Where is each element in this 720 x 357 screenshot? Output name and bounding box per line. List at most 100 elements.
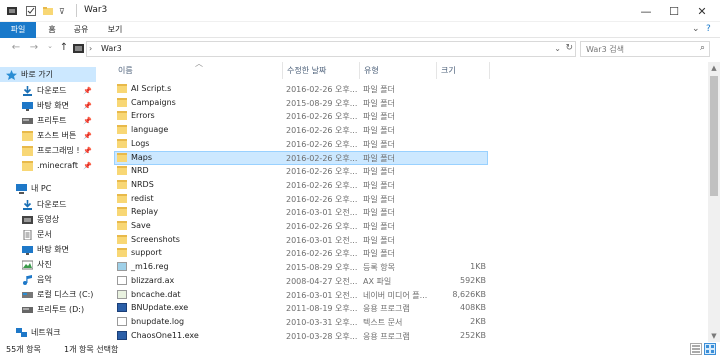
sidebar-item-prituet-pinned[interactable]: 프리투트 📌	[0, 113, 96, 128]
sidebar-item-pictures[interactable]: 사진	[0, 257, 96, 272]
file-size: 592KB	[459, 275, 486, 285]
sidebar-item-documents[interactable]: 문서	[0, 227, 96, 242]
desktop-icon	[22, 245, 33, 255]
up-button[interactable]: ↑	[58, 42, 70, 53]
column-divider[interactable]	[489, 62, 490, 79]
column-header-name[interactable]: 이름	[118, 62, 133, 79]
folder-row[interactable]: language 2016-02-26 오후... 파일 폴더	[100, 123, 700, 137]
sidebar-item-local-disk-c[interactable]: 로컬 디스크 (C:)	[0, 287, 96, 302]
tab-home[interactable]: 홈	[44, 22, 60, 38]
scroll-down-icon[interactable]: ▼	[708, 330, 720, 342]
help-icon[interactable]: ?	[706, 24, 711, 34]
folder-row[interactable]: Logs 2016-02-26 오후... 파일 폴더	[100, 137, 700, 151]
sidebar-item-network[interactable]: 네트워크	[0, 325, 96, 340]
folder-row[interactable]: NRDS 2016-02-26 오후... 파일 폴더	[100, 178, 700, 192]
file-name: Campaigns	[131, 97, 176, 107]
file-date: 2011-08-19 오후...	[286, 304, 358, 314]
forward-button[interactable]: →	[28, 42, 40, 53]
column-header-date[interactable]: 수정한 날짜	[287, 62, 326, 79]
tab-view[interactable]: 보기	[104, 22, 126, 38]
search-icon[interactable]: ⌕	[700, 43, 705, 53]
address-dropdown-icon[interactable]: ⌄	[554, 44, 561, 53]
folder-row[interactable]: AI Script.s 2016-02-26 오후... 파일 폴더	[100, 82, 700, 96]
new-folder-icon[interactable]	[42, 5, 54, 17]
navigation-pane: 바로 가기 다운로드 📌 바탕 화면 📌 프리투트 📌 포스트 버튼 📌 프로그…	[0, 62, 100, 342]
pin-icon[interactable]: 📌	[83, 117, 92, 125]
sidebar-item-this-pc[interactable]: 내 PC	[0, 181, 96, 196]
search-placeholder: War3 검색	[586, 45, 624, 54]
maximize-button[interactable]: ☐	[660, 0, 688, 22]
folder-row[interactable]: NRD 2016-02-26 오후... 파일 폴더	[100, 164, 700, 178]
sidebar-label: 동영상	[37, 215, 60, 224]
download-icon	[22, 199, 33, 210]
minimize-button[interactable]: —	[632, 0, 660, 22]
file-name: redist	[131, 193, 154, 203]
breadcrumb-separator-icon[interactable]: ›	[89, 44, 92, 53]
sidebar-item-videos[interactable]: 동영상	[0, 212, 96, 227]
location-icon	[73, 43, 85, 56]
sidebar-item-quick-access[interactable]: 바로 가기	[0, 67, 96, 82]
tab-share[interactable]: 공유	[70, 22, 92, 38]
close-button[interactable]: ✕	[688, 0, 716, 22]
folder-icon	[117, 111, 127, 121]
file-name: ChaosOne11.exe	[131, 330, 199, 340]
file-row[interactable]: ChaosOne11.exe 2010-03-28 오후... 응용 프로그램 252…	[100, 329, 700, 343]
folder-icon	[117, 84, 127, 93]
application-icon	[117, 330, 127, 340]
details-view-button[interactable]	[690, 343, 702, 355]
sidebar-item-desktop-pinned[interactable]: 바탕 화면 📌	[0, 98, 96, 113]
column-divider[interactable]	[359, 62, 360, 79]
folder-row[interactable]: support 2016-02-26 오후... 파일 폴더	[100, 246, 700, 260]
file-row[interactable]: bnupdate.log 2010-03-31 오후... 텍스트 문서 2KB	[100, 315, 700, 329]
sidebar-item-post-button[interactable]: 포스트 버튼 📌	[0, 128, 96, 143]
folder-row[interactable]: redist 2016-02-26 오후... 파일 폴더	[100, 192, 700, 206]
folder-row[interactable]: Maps 2016-02-26 오후... 파일 폴더	[100, 150, 700, 165]
sidebar-item-programming[interactable]: 프로그래밍 ! 📌	[0, 143, 96, 158]
column-divider[interactable]	[282, 62, 283, 79]
pin-icon[interactable]: 📌	[83, 147, 92, 155]
ribbon-collapse-icon[interactable]: ⌄	[692, 24, 700, 34]
music-icon	[22, 274, 33, 285]
sidebar-item-downloads[interactable]: 다운로드	[0, 197, 96, 212]
recent-locations-button[interactable]: ⌄	[44, 42, 56, 50]
pin-icon[interactable]: 📌	[83, 87, 92, 95]
tab-file[interactable]: 파일	[0, 22, 36, 38]
sidebar-item-prituet-d[interactable]: 프리투트 (D:)	[0, 302, 96, 317]
address-bar[interactable]: › War3 ⌄ ↻	[86, 41, 576, 57]
column-header-type[interactable]: 유형	[364, 62, 379, 79]
pin-icon[interactable]: 📌	[83, 132, 92, 140]
file-row[interactable]: _m16.reg 2015-08-29 오후... 등록 항목 1KB	[100, 260, 700, 274]
scroll-up-icon[interactable]: ▲	[708, 62, 720, 74]
back-button[interactable]: ←	[10, 42, 22, 53]
file-type: 파일 폴더	[363, 126, 395, 136]
customize-toolbar-icon[interactable]: ⊽	[59, 7, 65, 16]
folder-row[interactable]: Replay 2016-03-01 오전... 파일 폴더	[100, 205, 700, 219]
folder-row[interactable]: Campaigns 2015-08-29 오후... 파일 폴더	[100, 96, 700, 110]
pin-icon[interactable]: 📌	[83, 162, 92, 170]
folder-row[interactable]: Errors 2016-02-26 오후... 파일 폴더	[100, 109, 700, 123]
file-row[interactable]: blizzard.ax 2008-04-27 오전... AX 파일 592KB	[100, 274, 700, 288]
file-row[interactable]: BNUpdate.exe 2011-08-19 오후... 응용 프로그램 408KB	[100, 301, 700, 315]
sidebar-item-downloads-pinned[interactable]: 다운로드 📌	[0, 83, 96, 98]
address-row: ← → ⌄ ↑ › War3 ⌄ ↻ War3 검색 ⌕	[0, 38, 720, 60]
sidebar-item-minecraft[interactable]: .minecraft 📌	[0, 158, 96, 173]
pin-icon[interactable]: 📌	[83, 102, 92, 110]
properties-icon[interactable]	[25, 5, 37, 17]
column-divider[interactable]	[436, 62, 437, 79]
file-row[interactable]: bncache.dat 2016-03-01 오전... 네이버 미디어 플... 8…	[100, 288, 700, 302]
sidebar-item-desktop[interactable]: 바탕 화면	[0, 242, 96, 257]
vertical-scrollbar[interactable]: ▲ ▼	[708, 62, 720, 342]
folder-icon	[22, 145, 33, 156]
folder-row[interactable]: Save 2016-02-26 오후... 파일 폴더	[100, 219, 700, 233]
refresh-icon[interactable]: ↻	[565, 43, 573, 53]
app-icon[interactable]	[6, 5, 18, 17]
column-header-size[interactable]: 크기	[441, 62, 456, 79]
search-input[interactable]: War3 검색 ⌕	[580, 41, 710, 57]
scrollbar-thumb[interactable]	[710, 76, 718, 196]
large-icons-view-button[interactable]	[704, 343, 716, 355]
sidebar-item-music[interactable]: 음악	[0, 272, 96, 287]
sidebar-label: 프리투트	[37, 116, 67, 125]
folder-row[interactable]: Screenshots 2016-03-01 오전... 파일 폴더	[100, 233, 700, 247]
file-name: AI Script.s	[131, 84, 172, 93]
breadcrumb-war3[interactable]: War3	[101, 44, 122, 53]
